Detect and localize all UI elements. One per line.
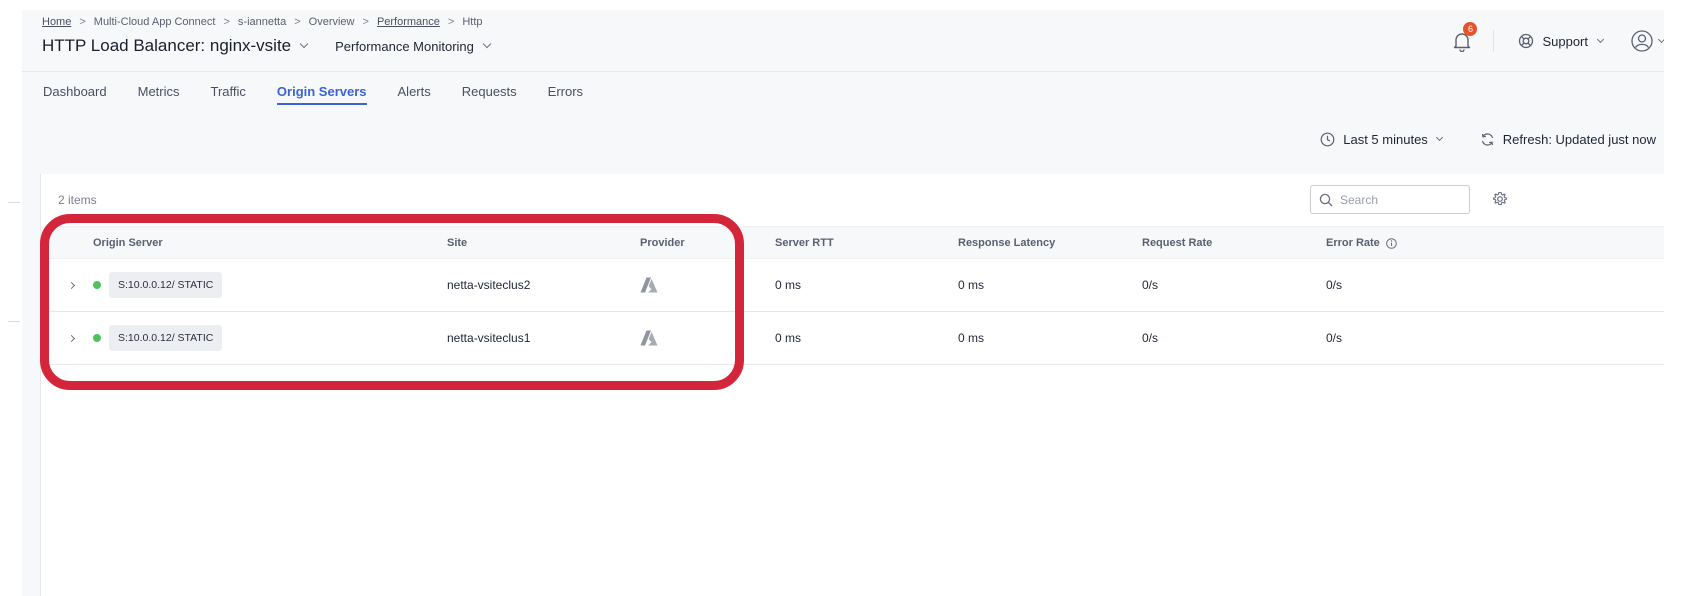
chevron-down-icon — [482, 39, 492, 49]
status-cell — [93, 312, 101, 364]
title-chevron-down-icon[interactable] — [299, 39, 309, 49]
chevron-down-icon — [1596, 35, 1605, 43]
tab-alerts[interactable]: Alerts — [398, 84, 431, 105]
tab-errors[interactable]: Errors — [548, 84, 583, 105]
table-row[interactable]: S:10.0.0.12/ STATIC netta-vsiteclus2 0 m… — [41, 259, 1664, 312]
status-cell — [93, 259, 101, 311]
column-server-rtt[interactable]: Server RTT — [775, 237, 834, 249]
header-divider — [1493, 30, 1495, 52]
azure-icon — [640, 277, 658, 293]
chevron-down-icon — [1435, 133, 1443, 142]
status-healthy-icon — [93, 334, 101, 342]
breadcrumb-separator: > — [294, 16, 301, 28]
notifications-button[interactable]: 6 — [1451, 22, 1478, 53]
table-settings-button[interactable] — [1492, 191, 1508, 212]
clock-icon — [1320, 132, 1335, 147]
column-error-rate-header: Error Rate — [1326, 237, 1397, 249]
search-icon — [1319, 193, 1333, 206]
refresh-icon — [1481, 133, 1493, 146]
user-avatar-icon — [1631, 30, 1653, 52]
site-cell: netta-vsiteclus2 — [447, 278, 531, 292]
lifebuoy-icon — [1519, 33, 1534, 49]
status-healthy-icon — [93, 281, 101, 289]
title-row: HTTP Load Balancer: nginx-vsite Performa… — [42, 36, 492, 56]
expand-row-button[interactable] — [67, 259, 76, 311]
breadcrumb-performance[interactable]: Performance — [377, 16, 440, 28]
header-actions: 6 Support — [1451, 10, 1664, 72]
table-header: Origin Server Site Provider Server RTT R… — [41, 226, 1664, 259]
breadcrumb-separator: > — [362, 16, 369, 28]
azure-icon — [640, 330, 658, 346]
origin-server-cell: S:10.0.0.12/ STATIC — [109, 312, 223, 364]
origin-servers-panel: 2 items Origin Server Site Provide — [40, 174, 1664, 596]
request-rate-cell: 0/s — [1142, 331, 1159, 345]
app-frame: Home > Multi-Cloud App Connect > s-ianne… — [22, 10, 1664, 596]
notification-count-badge: 6 — [1463, 22, 1478, 36]
header: Home > Multi-Cloud App Connect > s-ianne… — [22, 10, 1664, 72]
user-menu[interactable] — [1631, 30, 1664, 52]
tab-origin-servers[interactable]: Origin Servers — [276, 84, 367, 105]
refresh-button[interactable]: Refresh: Updated just now — [1480, 132, 1656, 147]
breadcrumb-overview[interactable]: Overview — [309, 16, 355, 28]
refresh-label: Refresh: Updated just now — [1502, 132, 1656, 147]
server-rtt-cell: 0 ms — [775, 278, 802, 292]
column-provider[interactable]: Provider — [640, 237, 685, 249]
error-rate-cell: 0/s — [1326, 331, 1343, 345]
chevron-right-icon — [67, 281, 76, 289]
response-latency-cell: 0 ms — [958, 331, 985, 345]
breadcrumb-namespace[interactable]: s-iannetta — [238, 16, 286, 28]
chevron-right-icon — [67, 334, 76, 342]
items-count: 2 items — [58, 193, 97, 207]
breadcrumb-separator: > — [79, 16, 86, 28]
info-icon[interactable] — [1385, 237, 1397, 249]
origin-server-cell: S:10.0.0.12/ STATIC — [109, 259, 223, 311]
search-input[interactable] — [1340, 192, 1460, 207]
response-latency-cell: 0 ms — [958, 278, 985, 292]
search-box — [1310, 185, 1470, 214]
breadcrumb-http: Http — [462, 16, 483, 28]
request-rate-cell: 0/s — [1142, 278, 1159, 292]
breadcrumb-multi-cloud[interactable]: Multi-Cloud App Connect — [94, 16, 216, 28]
chevron-down-icon — [1657, 35, 1664, 43]
table-row[interactable]: S:10.0.0.12/ STATIC netta-vsiteclus1 0 m… — [41, 312, 1664, 365]
breadcrumb-separator: > — [223, 16, 230, 28]
page-title: HTTP Load Balancer: nginx-vsite — [42, 36, 292, 55]
provider-cell — [640, 312, 658, 364]
expand-row-button[interactable] — [67, 312, 76, 364]
rail-mark — [8, 321, 20, 322]
origin-server-tag[interactable]: S:10.0.0.12/ STATIC — [109, 272, 223, 298]
support-label: Support — [1542, 33, 1588, 49]
server-rtt-cell: 0 ms — [775, 331, 802, 345]
monitoring-select-label: Performance Monitoring — [335, 38, 474, 54]
column-request-rate[interactable]: Request Rate — [1142, 237, 1212, 249]
breadcrumb: Home > Multi-Cloud App Connect > s-ianne… — [42, 16, 483, 28]
monitoring-select[interactable]: Performance Monitoring — [335, 38, 492, 54]
origin-server-tag[interactable]: S:10.0.0.12/ STATIC — [109, 325, 223, 351]
error-rate-cell: 0/s — [1326, 278, 1343, 292]
column-origin-server[interactable]: Origin Server — [93, 237, 163, 249]
origin-servers-table: Origin Server Site Provider Server RTT R… — [41, 226, 1664, 365]
breadcrumb-separator: > — [447, 16, 455, 28]
support-menu[interactable]: Support — [1518, 33, 1605, 49]
breadcrumb-home[interactable]: Home — [42, 16, 71, 28]
tab-metrics[interactable]: Metrics — [138, 84, 180, 105]
time-range-label: Last 5 minutes — [1343, 132, 1428, 147]
tab-requests[interactable]: Requests — [462, 84, 517, 105]
time-range-select[interactable]: Last 5 minutes — [1320, 132, 1443, 147]
site-cell: netta-vsiteclus1 — [447, 331, 531, 345]
toolbar: Last 5 minutes Refresh: Updated just now — [1320, 132, 1656, 147]
tab-dashboard[interactable]: Dashboard — [43, 84, 107, 105]
page: Home > Multi-Cloud App Connect > s-ianne… — [0, 0, 1684, 596]
column-response-latency[interactable]: Response Latency — [958, 237, 1055, 249]
rail-mark — [8, 202, 20, 203]
tab-bar: Dashboard Metrics Traffic Origin Servers… — [43, 84, 614, 105]
gear-icon — [1492, 191, 1508, 206]
provider-cell — [640, 259, 658, 311]
tab-traffic[interactable]: Traffic — [211, 84, 246, 105]
column-error-rate[interactable]: Error Rate — [1326, 237, 1380, 249]
column-site[interactable]: Site — [447, 237, 467, 249]
outer-left-rail — [8, 10, 22, 596]
